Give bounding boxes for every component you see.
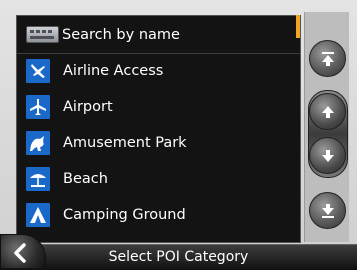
footer-bar: Select POI Category — [0, 244, 357, 270]
list-item-airline-access[interactable]: Airline Access — [17, 53, 300, 89]
list-item-amusement-park[interactable]: Amusement Park — [17, 125, 300, 161]
list-item-label: Camping Ground — [63, 207, 186, 223]
page-title: Select POI Category — [108, 249, 249, 265]
list-item-camping-ground[interactable]: Camping Ground — [17, 197, 300, 233]
scroll-rail — [304, 12, 349, 242]
scroll-to-top-button[interactable] — [309, 40, 346, 77]
list-item-airport[interactable]: Airport — [17, 89, 300, 125]
list-item-label: Airport — [63, 99, 113, 115]
airplane-icon — [26, 95, 50, 119]
keyboard-icon — [26, 26, 59, 43]
scroll-to-bottom-button[interactable] — [309, 192, 346, 229]
poi-category-list: Search by name Airline Access Airport Am… — [16, 15, 301, 243]
back-chevron-icon — [14, 243, 26, 263]
list-item-label: Airline Access — [63, 63, 164, 79]
search-by-name-row[interactable]: Search by name — [17, 16, 300, 54]
scroll-to-bottom-icon — [321, 203, 334, 218]
scroll-down-button[interactable] — [309, 137, 346, 174]
scroll-down-icon — [321, 149, 334, 162]
scroll-up-icon — [321, 105, 334, 118]
amusement-park-icon — [26, 131, 50, 155]
list-item-label: Amusement Park — [63, 135, 187, 151]
beach-umbrella-icon — [26, 167, 50, 191]
poi-category-screen: Search by name Airline Access Airport Am… — [0, 0, 357, 270]
tent-icon — [26, 203, 50, 227]
list-item-label: Beach — [63, 171, 108, 187]
airline-access-icon — [26, 59, 50, 83]
scroll-to-top-icon — [321, 51, 334, 66]
scroll-position-indicator — [296, 15, 300, 38]
list-item-beach[interactable]: Beach — [17, 161, 300, 197]
scroll-up-button[interactable] — [309, 93, 346, 130]
search-by-name-label: Search by name — [62, 26, 180, 43]
